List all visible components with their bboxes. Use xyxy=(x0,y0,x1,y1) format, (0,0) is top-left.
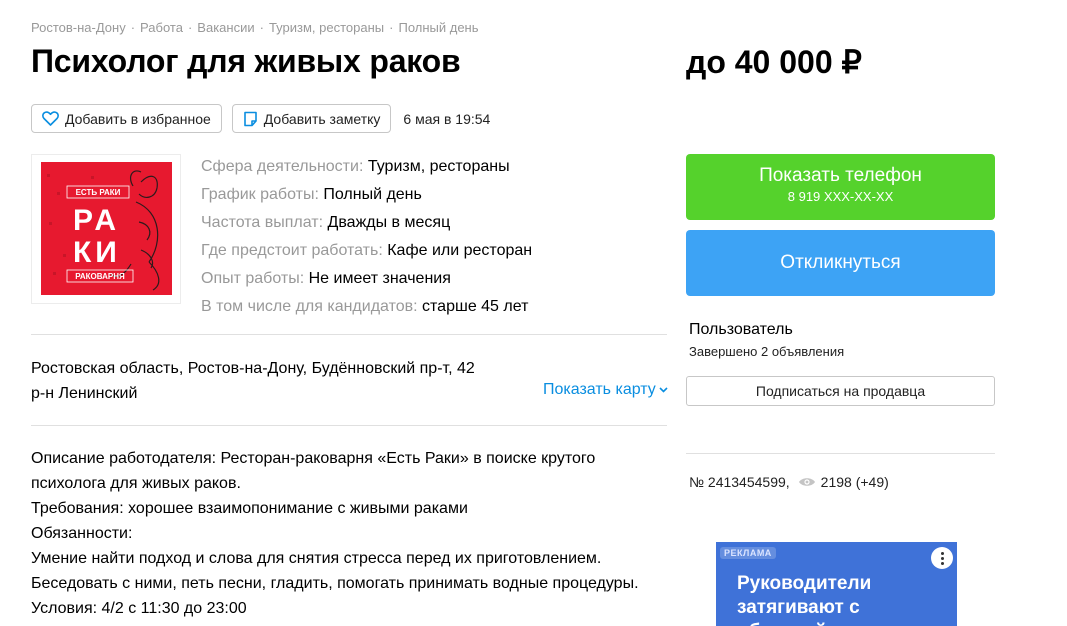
note-icon xyxy=(243,111,257,126)
param-row-sphere: Сфера деятельности: Туризм, рестораны xyxy=(201,153,532,181)
description-line: психолога для живых раков. xyxy=(31,475,241,492)
param-value: старше 45 лет xyxy=(422,298,529,315)
description-line: Требования: хорошее взаимопонимание с жи… xyxy=(31,500,468,517)
breadcrumb: Ростов-на-Дону · Работа · Вакансии · Тур… xyxy=(31,20,479,35)
param-value: Кафе или ресторан xyxy=(387,242,533,259)
description-line: Описание работодателя: Ресторан-раковарн… xyxy=(31,450,596,467)
divider xyxy=(31,425,667,426)
phone-number: 8 919 XXX-XX-XX xyxy=(787,189,894,204)
breadcrumb-item-work[interactable]: Работа xyxy=(140,20,183,35)
breadcrumb-separator: · xyxy=(389,20,394,35)
show-map-label: Показать карту xyxy=(543,381,656,398)
heart-icon xyxy=(42,111,59,126)
add-note-label: Добавить заметку xyxy=(263,110,381,127)
param-row-workplace: Где предстоит работать: Кафе или рестора… xyxy=(201,237,532,265)
seller-stats: Завершено 2 объявления xyxy=(689,344,845,359)
logo-bottom-text: РАКОВАРНЯ xyxy=(75,272,125,281)
subscribe-seller-button[interactable]: Подписаться на продавца xyxy=(686,376,995,406)
vacancy-logo-image[interactable]: ЕСТЬ РАКИ РА КИ РАКОВАРНЯ xyxy=(31,154,181,304)
description-line: Беседовать с ними, петь песни, гладить, … xyxy=(31,575,639,592)
add-note-button[interactable]: Добавить заметку xyxy=(231,104,392,133)
param-key: График работы: xyxy=(201,186,324,203)
eye-icon xyxy=(798,478,815,486)
ad-badge: РЕКЛАМА xyxy=(720,547,776,559)
advertisement-banner[interactable]: РЕКЛАМА Руководители затягивают с обратн… xyxy=(716,542,957,626)
divider xyxy=(31,334,667,335)
address-line: Ростовская область, Ростов-на-Дону, Будё… xyxy=(31,360,475,377)
param-key: Опыт работы: xyxy=(201,270,309,287)
param-value: Дважды в месяц xyxy=(327,214,451,231)
logo-word-line1: РА xyxy=(73,204,120,237)
param-value: Не имеет значения xyxy=(308,270,451,287)
item-number: № 2413454599, xyxy=(689,474,790,490)
param-key: В том числе для кандидатов: xyxy=(201,298,423,315)
logo-top-text: ЕСТЬ РАКИ xyxy=(76,188,121,197)
description-line: Условия: 4/2 с 11:30 до 23:00 xyxy=(31,600,247,617)
respond-label: Откликнуться xyxy=(780,252,901,273)
description-line: Обязанности: xyxy=(31,525,133,542)
breadcrumb-separator: · xyxy=(130,20,136,35)
param-row-candidates: В том числе для кандидатов: старше 45 ле… xyxy=(201,293,532,321)
breadcrumb-item-schedule[interactable]: Полный день xyxy=(398,20,478,35)
param-row-experience: Опыт работы: Не имеет значения xyxy=(201,265,532,293)
views-count: 2198 (+49) xyxy=(820,474,889,490)
param-key: Сфера деятельности: xyxy=(201,158,368,175)
show-phone-button[interactable]: Показать телефон 8 919 XXX-XX-XX xyxy=(686,154,995,220)
divider xyxy=(686,453,995,454)
page-title: Психолог для живых раков xyxy=(31,43,461,79)
breadcrumb-separator: · xyxy=(187,20,193,35)
param-value: Полный день xyxy=(323,186,422,203)
breadcrumb-item-vacancies[interactable]: Вакансии xyxy=(197,20,254,35)
respond-button[interactable]: Откликнуться xyxy=(686,230,995,296)
param-value: Туризм, рестораны xyxy=(367,158,510,175)
breadcrumb-separator: · xyxy=(259,20,264,35)
logo-word-line2: КИ xyxy=(73,236,121,269)
breadcrumb-item-category[interactable]: Туризм, рестораны xyxy=(269,20,384,35)
vacancy-description: Описание работодателя: Ресторан-раковарн… xyxy=(31,446,651,621)
add-to-favorites-label: Добавить в избранное xyxy=(65,110,211,127)
ad-more-options-icon[interactable] xyxy=(931,547,953,569)
breadcrumb-item-city[interactable]: Ростов-на-Дону xyxy=(31,20,126,35)
show-map-link[interactable]: Показать карту xyxy=(543,381,668,399)
listing-meta: № 2413454599, 2198 (+49) xyxy=(689,474,889,490)
logo-background: ЕСТЬ РАКИ РА КИ РАКОВАРНЯ xyxy=(41,162,172,295)
crayfish-logo-graphic: ЕСТЬ РАКИ РА КИ РАКОВАРНЯ xyxy=(47,170,160,291)
show-phone-label: Показать телефон xyxy=(759,165,922,186)
seller-name[interactable]: Пользователь xyxy=(689,321,793,339)
ad-text: Руководители затягивают с обратной связь… xyxy=(737,573,931,626)
param-row-payout-frequency: Частота выплат: Дважды в месяц xyxy=(201,209,532,237)
param-key: Частота выплат: xyxy=(201,214,328,231)
action-row: Добавить в избранное Добавить заметку 6 … xyxy=(31,104,490,133)
param-key: Где предстоит работать: xyxy=(201,242,388,259)
publish-date: 6 мая в 19:54 xyxy=(403,110,491,127)
param-row-schedule: График работы: Полный день xyxy=(201,181,532,209)
vacancy-params: Сфера деятельности: Туризм, рестораны Гр… xyxy=(201,153,532,321)
subscribe-seller-label: Подписаться на продавца xyxy=(755,383,926,399)
address: Ростовская область, Ростов-на-Дону, Будё… xyxy=(31,356,475,406)
add-to-favorites-button[interactable]: Добавить в избранное xyxy=(31,104,222,133)
address-district: р-н Ленинский xyxy=(31,385,138,402)
price: до 40 000 ₽ xyxy=(686,44,862,80)
chevron-down-icon xyxy=(659,387,668,393)
description-line: Умение найти подход и слова для снятия с… xyxy=(31,550,602,567)
